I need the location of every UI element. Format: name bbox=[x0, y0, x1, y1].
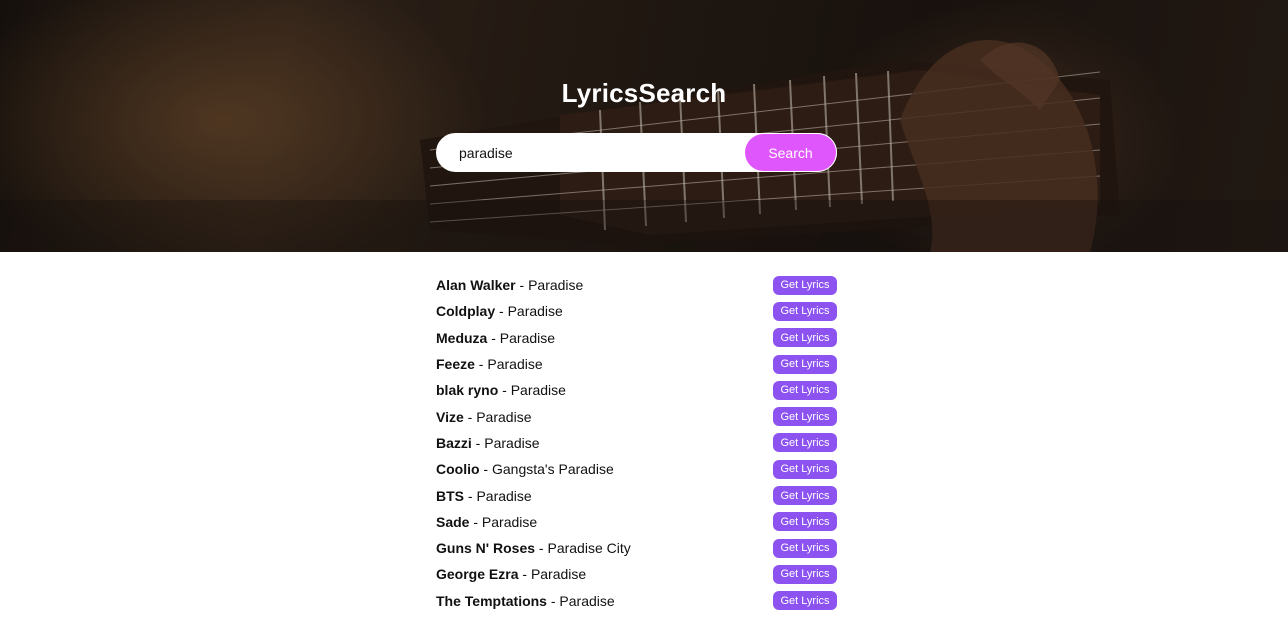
artist-name: Feeze bbox=[436, 356, 475, 373]
get-lyrics-button[interactable]: Get Lyrics bbox=[773, 407, 837, 427]
search-form: Search bbox=[436, 133, 837, 172]
get-lyrics-button[interactable]: Get Lyrics bbox=[773, 538, 837, 558]
separator: - bbox=[498, 382, 511, 399]
song-title: Paradise bbox=[507, 303, 563, 320]
song-title: Paradise bbox=[528, 277, 584, 294]
get-lyrics-button[interactable]: Get Lyrics bbox=[773, 275, 837, 295]
artist-name: blak ryno bbox=[436, 382, 499, 399]
artist-name: Bazzi bbox=[436, 434, 472, 451]
get-lyrics-button[interactable]: Get Lyrics bbox=[773, 328, 837, 348]
get-lyrics-button[interactable]: Get Lyrics bbox=[773, 301, 837, 321]
song-entry: BTS - Paradise bbox=[436, 488, 532, 504]
separator: - bbox=[487, 329, 500, 346]
artist-name: The Temptations bbox=[436, 592, 547, 609]
artist-name: BTS bbox=[436, 487, 464, 504]
separator: - bbox=[469, 513, 482, 530]
get-lyrics-button[interactable]: Get Lyrics bbox=[773, 459, 837, 479]
song-entry: blak ryno - Paradise bbox=[436, 382, 566, 398]
get-lyrics-button[interactable]: Get Lyrics bbox=[773, 486, 837, 506]
get-lyrics-button[interactable]: Get Lyrics bbox=[773, 433, 837, 453]
separator: - bbox=[495, 303, 508, 320]
get-lyrics-button[interactable]: Get Lyrics bbox=[773, 354, 837, 374]
song-entry: George Ezra - Paradise bbox=[436, 566, 586, 582]
artist-name: Vize bbox=[436, 408, 464, 425]
results-list: Alan Walker - Paradise Get Lyrics Coldplay… bbox=[436, 272, 837, 614]
song-title: Paradise bbox=[484, 434, 540, 451]
page-title: LyricsSearch bbox=[561, 78, 727, 108]
song-entry: Bazzi - Paradise bbox=[436, 435, 540, 451]
result-item: Coolio - Gangsta's Paradise Get Lyrics bbox=[436, 456, 837, 482]
artist-name: Guns N' Roses bbox=[436, 540, 536, 557]
get-lyrics-button[interactable]: Get Lyrics bbox=[773, 380, 837, 400]
separator: - bbox=[518, 566, 531, 583]
artist-name: George Ezra bbox=[436, 566, 519, 583]
song-entry: Meduza - Paradise bbox=[436, 330, 555, 346]
song-entry: Alan Walker - Paradise bbox=[436, 277, 583, 293]
result-item: George Ezra - Paradise Get Lyrics bbox=[436, 561, 837, 587]
result-item: Sade - Paradise Get Lyrics bbox=[436, 509, 837, 535]
result-item: Feeze - Paradise Get Lyrics bbox=[436, 351, 837, 377]
result-item: Bazzi - Paradise Get Lyrics bbox=[436, 430, 837, 456]
result-item: Meduza - Paradise Get Lyrics bbox=[436, 325, 837, 351]
result-item: Vize - Paradise Get Lyrics bbox=[436, 403, 837, 429]
hero-banner bbox=[0, 0, 1288, 252]
separator: - bbox=[546, 592, 560, 609]
song-title: Paradise bbox=[530, 566, 587, 583]
get-lyrics-button[interactable]: Get Lyrics bbox=[773, 564, 837, 584]
artist-name: Sade bbox=[436, 513, 470, 530]
search-button[interactable]: Search bbox=[745, 134, 836, 171]
artist-name: Meduza bbox=[436, 329, 488, 346]
song-entry: Sade - Paradise bbox=[436, 514, 537, 530]
song-title: Paradise bbox=[510, 382, 566, 399]
get-lyrics-button[interactable]: Get Lyrics bbox=[773, 512, 837, 532]
song-title: Paradise bbox=[499, 329, 556, 346]
separator: - bbox=[474, 356, 488, 373]
separator: - bbox=[463, 408, 477, 425]
result-item: BTS - Paradise Get Lyrics bbox=[436, 482, 837, 508]
song-entry: Feeze - Paradise bbox=[436, 356, 543, 372]
song-entry: Coldplay - Paradise bbox=[436, 303, 563, 319]
result-item: The Temptations - Paradise Get Lyrics bbox=[436, 588, 837, 614]
hero-overlay bbox=[0, 0, 1288, 252]
separator: - bbox=[479, 461, 492, 478]
song-entry: The Temptations - Paradise bbox=[436, 593, 615, 609]
song-entry: Coolio - Gangsta's Paradise bbox=[436, 461, 614, 477]
song-title: Paradise City bbox=[547, 540, 631, 557]
artist-name: Alan Walker bbox=[436, 277, 516, 294]
song-title: Paradise bbox=[476, 408, 532, 425]
separator: - bbox=[515, 277, 529, 294]
get-lyrics-button[interactable]: Get Lyrics bbox=[773, 591, 837, 611]
result-item: Coldplay - Paradise Get Lyrics bbox=[436, 298, 837, 324]
song-title: Gangsta's Paradise bbox=[492, 461, 614, 478]
result-item: Guns N' Roses - Paradise City Get Lyrics bbox=[436, 535, 837, 561]
artist-name: Coolio bbox=[436, 461, 480, 478]
result-item: Alan Walker - Paradise Get Lyrics bbox=[436, 272, 837, 298]
result-item: blak ryno - Paradise Get Lyrics bbox=[436, 377, 837, 403]
song-entry: Vize - Paradise bbox=[436, 409, 531, 425]
separator: - bbox=[535, 540, 548, 557]
song-title: Paradise bbox=[476, 487, 532, 504]
song-title: Paradise bbox=[559, 592, 615, 609]
search-input[interactable] bbox=[459, 134, 759, 171]
separator: - bbox=[471, 434, 485, 451]
song-title: Paradise bbox=[487, 356, 543, 373]
song-title: Paradise bbox=[481, 513, 538, 530]
separator: - bbox=[464, 487, 477, 504]
artist-name: Coldplay bbox=[436, 303, 496, 320]
song-entry: Guns N' Roses - Paradise City bbox=[436, 540, 631, 556]
